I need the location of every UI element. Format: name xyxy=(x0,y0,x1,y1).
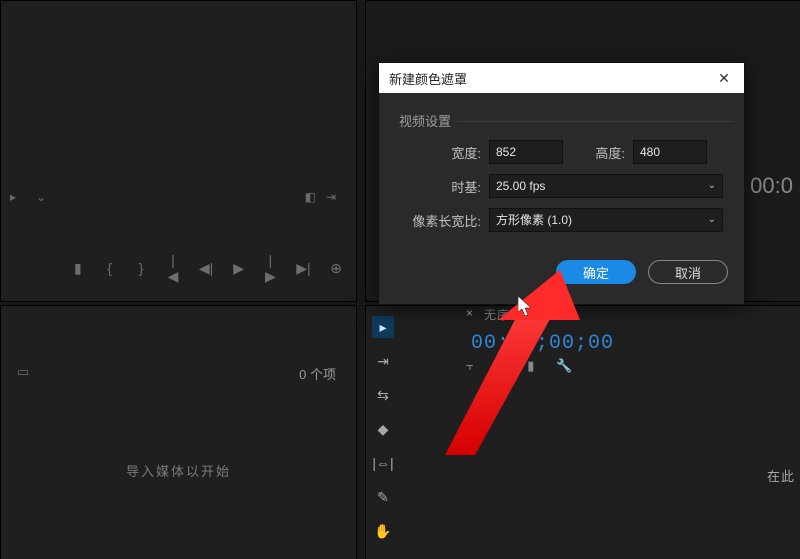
import-media-hint: 导入媒体以开始 xyxy=(1,461,356,480)
timeline-toggle-row: ⫟ ∩ ▮ 🔧 xyxy=(466,358,573,374)
step-back-icon[interactable]: ◀| xyxy=(199,260,213,277)
out-brace-icon[interactable]: } xyxy=(135,260,147,276)
hand-tool[interactable]: ✋ xyxy=(372,520,394,542)
par-select[interactable]: 方形像素 (1.0) ⌄ xyxy=(489,208,723,232)
snap-icon[interactable]: ⫟ xyxy=(466,358,474,374)
height-input[interactable]: 480 xyxy=(633,140,707,164)
go-to-out-icon[interactable]: ▶| xyxy=(296,260,310,277)
chevron-down-icon: ⌄ xyxy=(708,209,716,231)
type-tool[interactable]: T xyxy=(372,554,394,559)
in-brace-icon[interactable]: { xyxy=(104,260,116,276)
settings-flyout-icon[interactable]: ⇥ xyxy=(326,190,336,204)
zoom-dropdown-icon[interactable]: ⌄ xyxy=(36,190,46,204)
close-icon[interactable]: ✕ xyxy=(714,70,734,87)
link-icon[interactable]: ∩ xyxy=(496,358,505,374)
export-frame-icon[interactable]: ⊕ xyxy=(330,260,342,277)
track-select-tool[interactable]: ⇥ xyxy=(372,350,394,372)
razor-tool[interactable]: ◆ xyxy=(372,418,394,440)
timebase-label: 时基: xyxy=(409,177,481,196)
program-timecode: 00:0 xyxy=(750,173,793,199)
height-label: 高度: xyxy=(589,143,625,162)
timebase-select[interactable]: 25.00 fps ⌄ xyxy=(489,174,723,198)
ripple-edit-tool[interactable]: ⇆ xyxy=(372,384,394,406)
step-fwd-icon[interactable]: |▶ xyxy=(265,252,277,285)
timeline-panel: ▸ ⇥ ⇆ ◆ |⇔| ✎ ✋ T × 无序列 00;00;00;00 ⫟ ∩ … xyxy=(365,305,800,559)
chevron-down-icon: ⌄ xyxy=(708,175,716,197)
new-color-matte-dialog: 新建颜色遮罩 ✕ 视频设置 宽度: 852 高度: 480 时基: 25.00 … xyxy=(378,62,745,305)
ok-button[interactable]: 确定 xyxy=(556,260,636,284)
pen-tool[interactable]: ✎ xyxy=(372,486,394,508)
par-value: 方形像素 (1.0) xyxy=(496,209,572,231)
play-icon[interactable]: ▶ xyxy=(233,260,245,277)
width-label: 宽度: xyxy=(409,143,481,162)
width-input[interactable]: 852 xyxy=(489,140,563,164)
marker-icon[interactable]: ▮ xyxy=(527,358,534,374)
half-icon[interactable]: ◧ xyxy=(305,190,316,204)
sequence-name-partial: 无序列 xyxy=(484,306,523,323)
dialog-titlebar[interactable]: 新建颜色遮罩 ✕ xyxy=(379,63,744,93)
cancel-button[interactable]: 取消 xyxy=(648,260,728,284)
selection-tool[interactable]: ▸ xyxy=(372,316,394,338)
dialog-title: 新建颜色遮罩 xyxy=(389,69,714,88)
timebase-value: 25.00 fps xyxy=(496,175,545,197)
playback-controls: ▮ { } |◀ ◀| ▶ |▶ ▶| ⊕ xyxy=(72,256,342,280)
folder-icon: ▭ xyxy=(17,364,29,380)
timeline-timecode[interactable]: 00;00;00;00 xyxy=(471,332,614,355)
close-sequence-icon[interactable]: × xyxy=(466,306,473,320)
monitor-dropdown-icon[interactable]: ▸ xyxy=(10,190,16,204)
par-label: 像素长宽比: xyxy=(409,211,481,230)
go-to-in-icon[interactable]: |◀ xyxy=(167,252,179,285)
project-item-count: 0 个项 xyxy=(299,364,336,383)
settings-icon[interactable]: 🔧 xyxy=(556,358,572,374)
tool-column: ▸ ⇥ ⇆ ◆ |⇔| ✎ ✋ T xyxy=(372,316,398,559)
drop-media-hint: 在此 xyxy=(767,466,795,485)
slip-tool[interactable]: |⇔| xyxy=(372,452,394,474)
add-marker-icon[interactable]: ▮ xyxy=(72,260,84,277)
project-panel: ▭ 0 个项 导入媒体以开始 xyxy=(0,305,357,559)
monitor-small-bar: ▸ ⌄ ◧ ⇥ xyxy=(0,186,354,208)
video-settings-group-label: 视频设置 xyxy=(399,111,728,130)
